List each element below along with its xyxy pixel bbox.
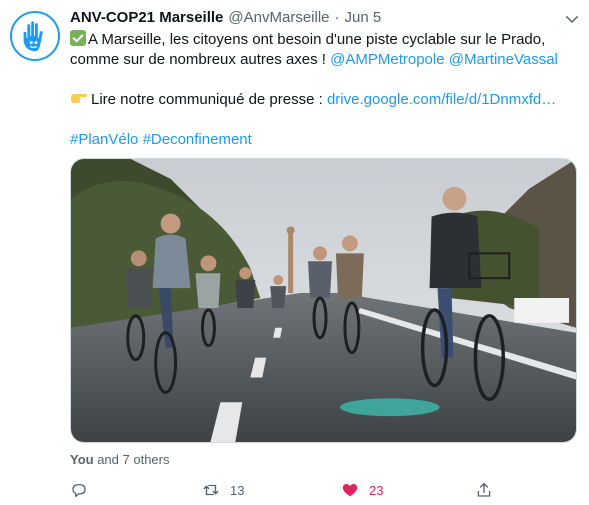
user-handle[interactable]: @AnvMarseille xyxy=(228,9,329,26)
mention-martinevassal[interactable]: @MartineVassal xyxy=(449,51,558,68)
heart-icon xyxy=(342,484,358,497)
hand-logo-icon xyxy=(23,21,43,52)
retweet-icon xyxy=(203,484,219,496)
hashtag-deconfinement[interactable]: #Deconfinement xyxy=(143,131,252,148)
retweet-button[interactable]: 13 xyxy=(202,478,244,502)
reply-button[interactable] xyxy=(70,478,88,502)
tweet-actions: 13 23 xyxy=(70,478,500,502)
share-button[interactable] xyxy=(475,478,493,502)
tweet-line-1: A Marseille, les citoyens ont besoin d'u… xyxy=(70,30,575,50)
check-mark-emoji xyxy=(70,30,86,46)
like-button[interactable]: 23 xyxy=(341,478,383,502)
display-name[interactable]: ANV-COP21 Marseille xyxy=(70,9,223,26)
chevron-down-icon[interactable] xyxy=(563,10,581,28)
avatar[interactable] xyxy=(10,11,60,61)
liked-by[interactable]: You and 7 others xyxy=(70,452,169,467)
tweet-line-2-text: comme sur de nombreux autres axes ! xyxy=(70,51,331,68)
share-icon xyxy=(477,482,491,497)
tweet-line-2: comme sur de nombreux autres axes ! @AMP… xyxy=(70,50,575,70)
separator-dot: · xyxy=(334,9,340,26)
liked-by-you: You xyxy=(70,452,94,467)
like-count: 23 xyxy=(369,482,384,498)
tweet-header: ANV-COP21 Marseille @AnvMarseille · Jun … xyxy=(70,9,381,29)
press-label: Lire notre communiqué de presse : xyxy=(91,91,327,108)
hashtag-planvelo[interactable]: #PlanVélo xyxy=(70,131,138,148)
tweet-hashtags: #PlanVélo #Deconfinement xyxy=(70,130,575,150)
retweet-count: 13 xyxy=(230,482,245,498)
pointing-hand-emoji xyxy=(71,94,87,103)
tweet-line-press: Lire notre communiqué de presse : drive.… xyxy=(70,90,575,110)
press-link[interactable]: drive.google.com/file/d/1Dnmxfd… xyxy=(327,91,556,108)
tweet-timestamp[interactable]: Jun 5 xyxy=(345,9,382,26)
tweet-text: A Marseille, les citoyens ont besoin d'u… xyxy=(70,30,575,150)
reply-icon xyxy=(72,484,86,498)
liked-by-others: and 7 others xyxy=(93,452,170,467)
tweet-line-1-text: A Marseille, les citoyens ont besoin d'u… xyxy=(88,31,546,48)
cyclists-photo xyxy=(71,159,576,442)
tweet-photo[interactable] xyxy=(70,158,577,443)
mention-ampmetropole[interactable]: @AMPMetropole xyxy=(330,51,444,68)
tweet[interactable]: ANV-COP21 Marseille @AnvMarseille · Jun … xyxy=(0,0,589,505)
